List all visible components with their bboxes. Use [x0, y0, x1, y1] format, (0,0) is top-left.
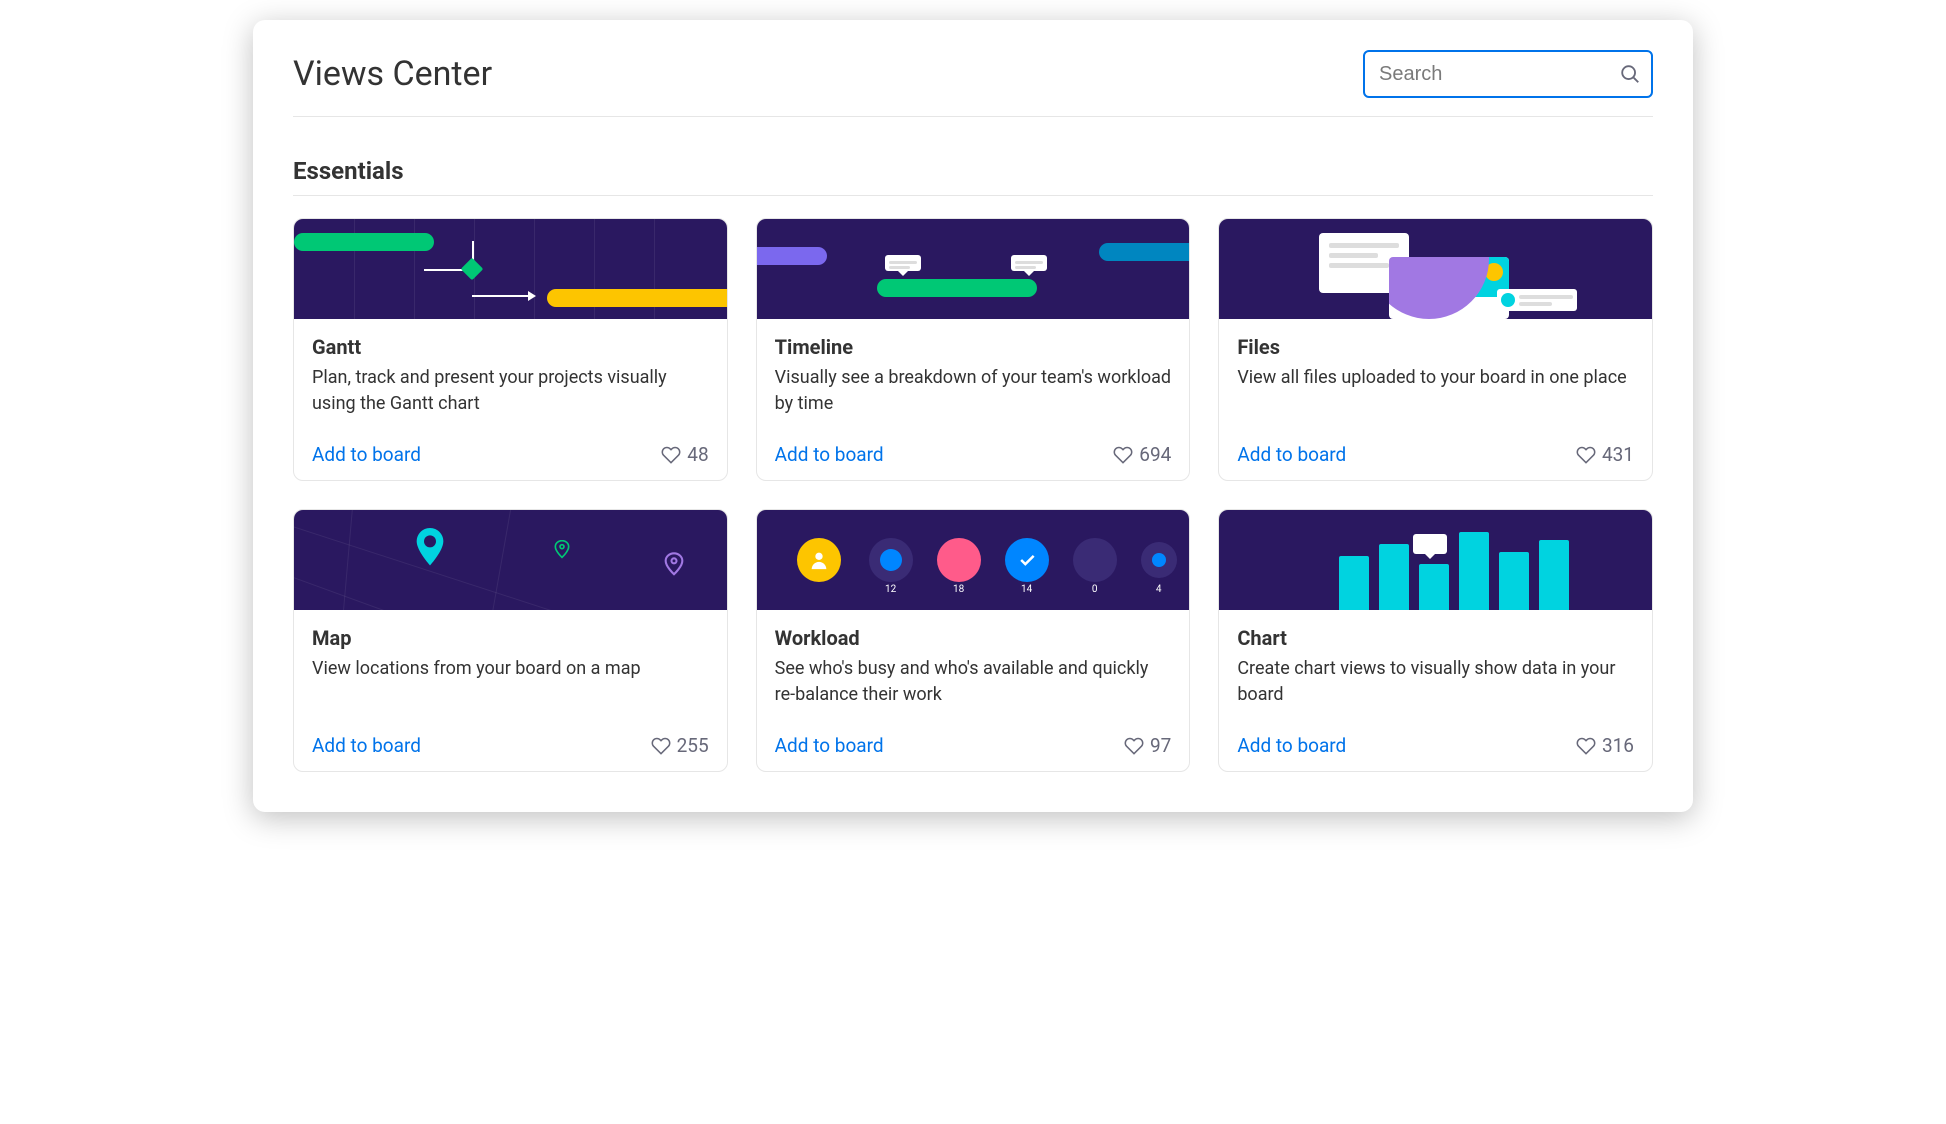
likes[interactable]: 97	[1124, 734, 1171, 757]
card-desc: Visually see a breakdown of your team's …	[775, 365, 1172, 417]
add-to-board-button[interactable]: Add to board	[775, 443, 884, 466]
card-title: Chart	[1237, 626, 1634, 650]
timeline-thumb	[757, 219, 1190, 319]
gantt-thumb	[294, 219, 727, 319]
workload-thumb: 12 18 14 0 4	[757, 510, 1190, 610]
likes[interactable]: 255	[651, 734, 709, 757]
card-desc: View locations from your board on a map	[312, 656, 709, 708]
map-pin-icon	[664, 552, 684, 578]
files-thumb	[1219, 219, 1652, 319]
likes[interactable]: 316	[1576, 734, 1634, 757]
card-title: Gantt	[312, 335, 709, 359]
card-desc: View all files uploaded to your board in…	[1237, 365, 1634, 417]
heart-icon	[1113, 445, 1133, 465]
card-title: Map	[312, 626, 709, 650]
add-to-board-button[interactable]: Add to board	[312, 734, 421, 757]
heart-icon	[1576, 736, 1596, 756]
map-thumb	[294, 510, 727, 610]
views-center-panel: Views Center Essentials Gantt Plan, trac…	[253, 20, 1693, 812]
likes[interactable]: 694	[1113, 443, 1171, 466]
add-to-board-button[interactable]: Add to board	[775, 734, 884, 757]
card-desc: Create chart views to visually show data…	[1237, 656, 1634, 708]
search-input[interactable]	[1363, 50, 1653, 98]
map-pin-icon	[554, 540, 570, 560]
likes-count: 694	[1139, 443, 1171, 466]
likes-count: 97	[1150, 734, 1171, 757]
workload-value: 4	[1137, 584, 1181, 595]
card-workload[interactable]: 12 18 14 0 4 Workload See who's busy and…	[756, 509, 1191, 772]
likes[interactable]: 48	[661, 443, 708, 466]
likes-count: 431	[1602, 443, 1634, 466]
likes-count: 255	[677, 734, 709, 757]
cards-grid: Gantt Plan, track and present your proje…	[293, 218, 1653, 772]
workload-value: 14	[1005, 584, 1049, 595]
add-to-board-button[interactable]: Add to board	[1237, 443, 1346, 466]
heart-icon	[651, 736, 671, 756]
card-map[interactable]: Map View locations from your board on a …	[293, 509, 728, 772]
likes-count: 316	[1602, 734, 1634, 757]
add-to-board-button[interactable]: Add to board	[312, 443, 421, 466]
heart-icon	[1576, 445, 1596, 465]
heart-icon	[1124, 736, 1144, 756]
page-title: Views Center	[293, 54, 492, 94]
card-title: Files	[1237, 335, 1634, 359]
card-gantt[interactable]: Gantt Plan, track and present your proje…	[293, 218, 728, 481]
card-title: Timeline	[775, 335, 1172, 359]
card-timeline[interactable]: Timeline Visually see a breakdown of you…	[756, 218, 1191, 481]
card-desc: See who's busy and who's available and q…	[775, 656, 1172, 708]
check-icon	[1017, 550, 1037, 570]
add-to-board-button[interactable]: Add to board	[1237, 734, 1346, 757]
workload-value: 0	[1073, 584, 1117, 595]
card-title: Workload	[775, 626, 1172, 650]
section-title: Essentials	[293, 157, 1653, 196]
search-wrap	[1363, 50, 1653, 98]
card-chart[interactable]: Chart Create chart views to visually sho…	[1218, 509, 1653, 772]
likes-count: 48	[687, 443, 708, 466]
heart-icon	[661, 445, 681, 465]
card-desc: Plan, track and present your projects vi…	[312, 365, 709, 417]
search-icon	[1619, 63, 1641, 85]
card-files[interactable]: Files View all files uploaded to your bo…	[1218, 218, 1653, 481]
workload-value: 12	[869, 584, 913, 595]
header: Views Center	[293, 50, 1653, 117]
chart-thumb	[1219, 510, 1652, 610]
map-pin-icon	[414, 528, 446, 568]
person-icon	[808, 549, 830, 571]
workload-value: 18	[937, 584, 981, 595]
likes[interactable]: 431	[1576, 443, 1634, 466]
